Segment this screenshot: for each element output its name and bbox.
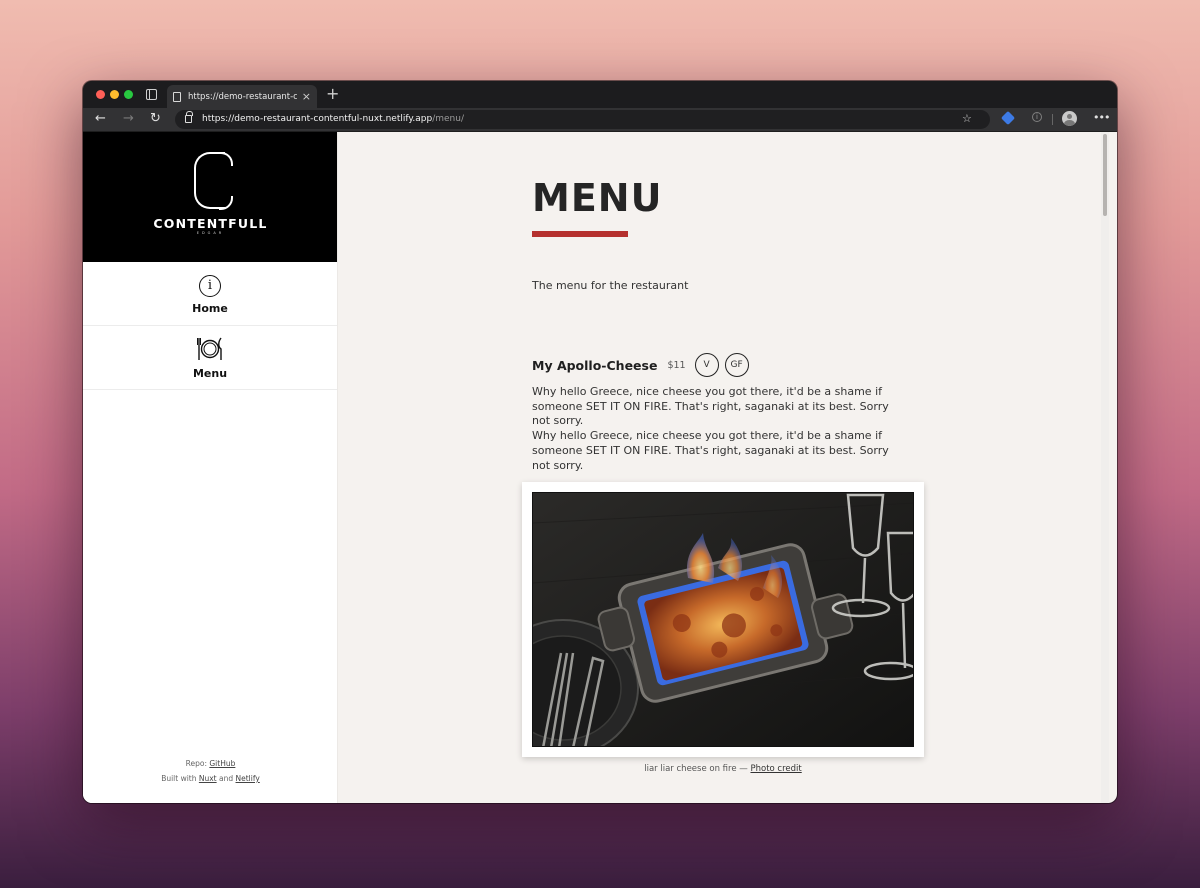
- logo-text: CONTENTFULL: [153, 216, 268, 231]
- page-viewport: CONTENTFULL EDGAR i Home Menu Repo: GitH…: [83, 132, 1117, 803]
- photo-caption: liar liar cheese on fire — Photo credit: [522, 764, 924, 774]
- logo-mark-icon: [194, 151, 233, 210]
- reload-button[interactable]: ↻: [150, 111, 161, 127]
- close-tab-icon[interactable]: ×: [302, 91, 311, 102]
- nuxt-link[interactable]: Nuxt: [199, 774, 217, 783]
- sidebar-item-label: Home: [192, 301, 228, 315]
- repo-prefix: Repo:: [185, 759, 210, 768]
- sidebar-item-menu[interactable]: Menu: [83, 326, 337, 390]
- gluten-free-badge: GF: [724, 353, 749, 377]
- sidebar-item-home[interactable]: i Home: [83, 262, 337, 326]
- forward-button[interactable]: →: [123, 111, 134, 127]
- browser-tab[interactable]: https://demo-restaurant-contentful-nuxt.…: [167, 85, 317, 108]
- menu-item-description: Why hello Greece, nice cheese you got th…: [532, 385, 904, 473]
- url-host: https://demo-restaurant-contentful-nuxt.…: [202, 114, 433, 124]
- flaming-cheese-image: [533, 493, 913, 746]
- address-toolbar: ← → ↻ https://demo-restaurant-contentful…: [83, 108, 1117, 131]
- extension-icon[interactable]: [1000, 110, 1016, 126]
- title-underline: [532, 231, 628, 237]
- built-prefix: Built with: [161, 774, 199, 783]
- new-tab-button[interactable]: +: [326, 86, 339, 102]
- sidebar-item-label: Menu: [192, 366, 228, 380]
- repo-line: Repo: GitHub: [83, 756, 338, 771]
- menu-item-header: My Apollo-Cheese $11 V GF: [532, 353, 749, 377]
- photo-credit-link[interactable]: Photo credit: [750, 764, 801, 774]
- main-content: MENU The menu for the restaurant My Apol…: [339, 132, 1109, 803]
- minimize-window-button[interactable]: [110, 90, 119, 99]
- scrollbar[interactable]: [1101, 132, 1109, 803]
- built-and: and: [216, 774, 236, 783]
- cutlery-plate-icon: [197, 337, 222, 360]
- menu-item-photo-frame: [522, 482, 924, 757]
- site-info-icon[interactable]: i: [1032, 112, 1042, 122]
- description-paragraph: Why hello Greece, nice cheese you got th…: [532, 385, 889, 428]
- page-title: MENU: [532, 176, 663, 220]
- tab-title: https://demo-restaurant-contentful-nuxt.…: [188, 91, 297, 102]
- menu-item-photo: [532, 492, 914, 747]
- tab-actions-icon[interactable]: [146, 89, 157, 100]
- photo-caption-text: liar liar cheese on fire —: [644, 764, 751, 774]
- lock-icon: [185, 111, 193, 123]
- close-window-button[interactable]: [96, 90, 105, 99]
- back-button[interactable]: ←: [95, 111, 106, 127]
- address-bar[interactable]: https://demo-restaurant-contentful-nuxt.…: [175, 110, 990, 129]
- maximize-window-button[interactable]: [124, 90, 133, 99]
- netlify-link[interactable]: Netlify: [236, 774, 260, 783]
- document-icon: [173, 91, 181, 102]
- info-icon: i: [199, 274, 221, 297]
- github-link[interactable]: GitHub: [209, 759, 235, 768]
- logo-subtext: EDGAR: [196, 231, 225, 235]
- toolbar-divider: [1052, 114, 1053, 125]
- built-with-line: Built with Nuxt and Netlify: [83, 771, 338, 786]
- sidebar-footer: Repo: GitHub Built with Nuxt and Netlify: [83, 756, 338, 786]
- scrollbar-thumb[interactable]: [1103, 134, 1107, 216]
- profile-avatar[interactable]: [1062, 111, 1077, 126]
- favorite-star-icon[interactable]: ☆: [962, 112, 972, 126]
- url-path: /menu/: [432, 114, 464, 124]
- menu-item-price: $11: [667, 359, 686, 371]
- description-paragraph: Why hello Greece, nice cheese you got th…: [532, 429, 889, 472]
- sidebar: CONTENTFULL EDGAR i Home Menu Repo: GitH…: [83, 132, 338, 803]
- page-description: The menu for the restaurant: [532, 279, 689, 292]
- menu-item-name: My Apollo-Cheese: [532, 357, 658, 373]
- browser-window: https://demo-restaurant-contentful-nuxt.…: [83, 81, 1117, 803]
- url-text[interactable]: https://demo-restaurant-contentful-nuxt.…: [202, 114, 464, 124]
- more-options-icon[interactable]: •••: [1093, 112, 1110, 124]
- tab-bar: https://demo-restaurant-contentful-nuxt.…: [83, 81, 1117, 108]
- site-logo[interactable]: CONTENTFULL EDGAR: [83, 132, 337, 262]
- vegetarian-badge: V: [694, 353, 719, 377]
